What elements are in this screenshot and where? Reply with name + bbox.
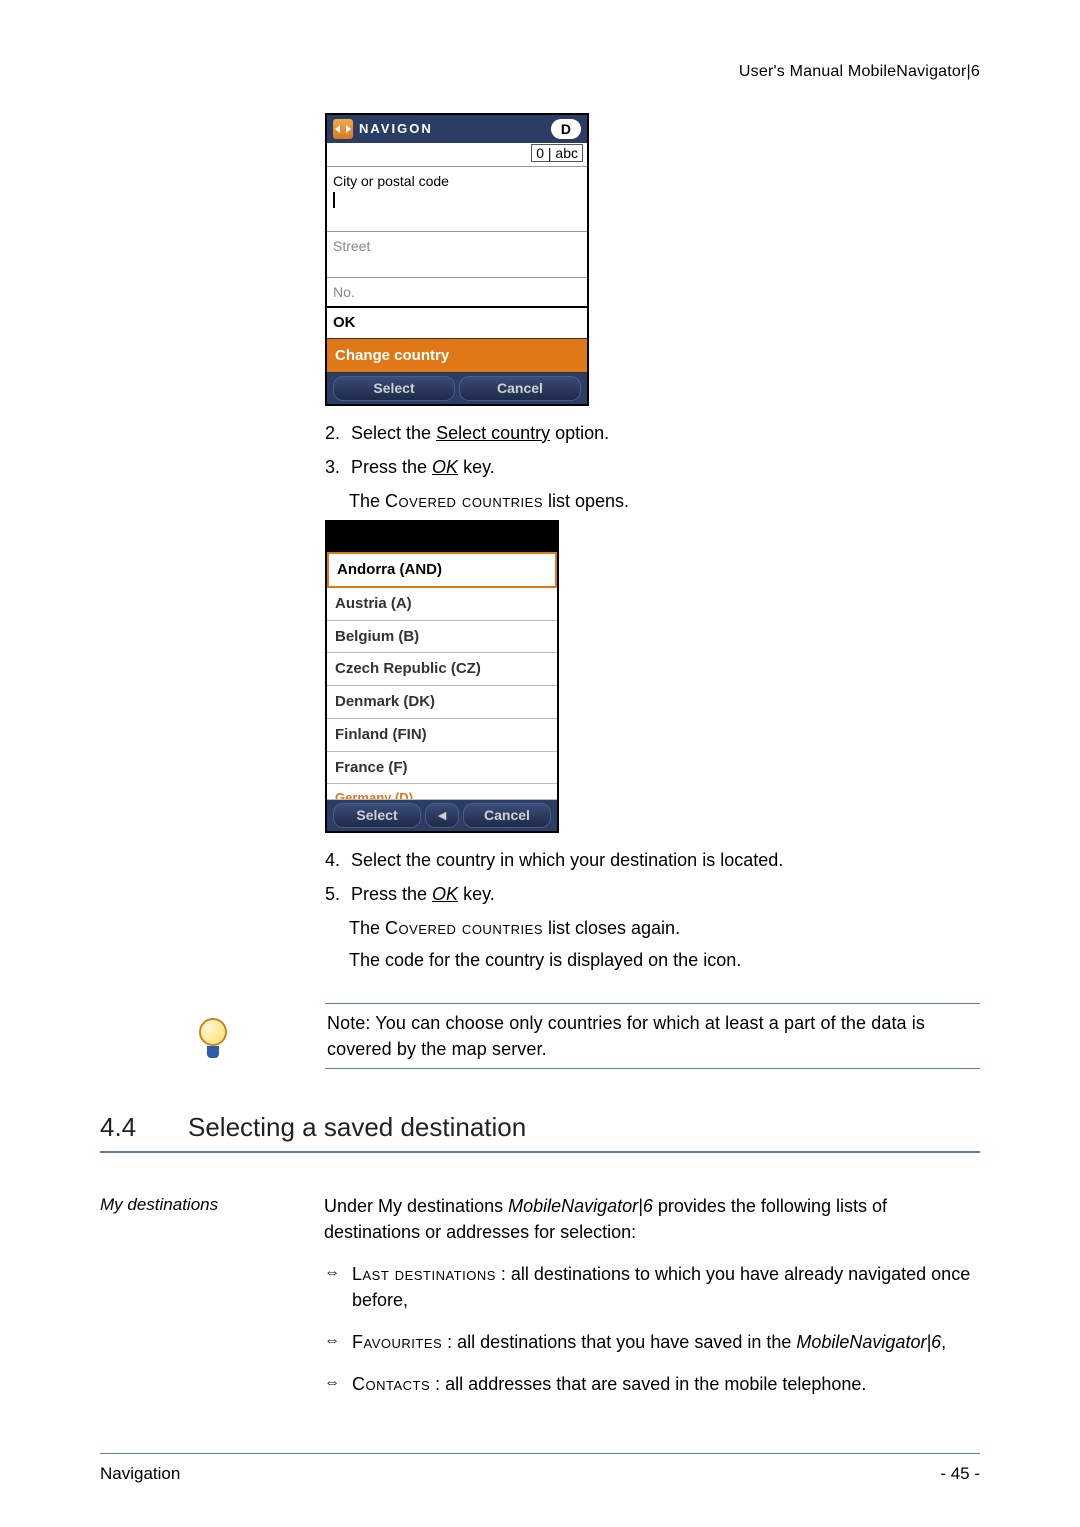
step-list-b: 4.Select the country in which your desti… [325,847,980,907]
section-title: Selecting a saved destination [188,1109,526,1147]
step-2-text-a: Select the [351,423,436,443]
txt2: list closes again. [543,918,680,938]
country-item-finland[interactable]: Finland (FIN) [327,719,557,752]
country-item-czech[interactable]: Czech Republic (CZ) [327,653,557,686]
softkey-nav-icon[interactable]: ◄ [425,803,459,827]
product-name-2: MobileNavigator|6 [796,1332,941,1352]
ok-key-ref-2: OK [432,884,458,904]
note-body: You can choose only countries for which … [327,1013,925,1059]
device-titlebar: NAVIGON D [327,115,587,143]
last-destinations-item: Last destinations : all destinations to … [324,1261,980,1313]
last-destinations-sc: Last destinations [352,1264,496,1284]
page-footer: Navigation - 45 - [100,1453,980,1487]
txt: The [349,918,385,938]
input-mode-row: 0 | abc [327,143,587,165]
favourites-sc: Favourites [352,1332,442,1352]
step-2-text-b: option. [550,423,609,443]
step-list-a: 2.Select the Select country option. 3.Pr… [325,420,980,480]
step-5-text-b: key. [458,884,495,904]
covered-countries-opens: The Covered countries list opens. [349,488,980,514]
street-field-label: Street [333,238,370,254]
step-5: 5.Press the OK key. [325,881,980,907]
input-mode-indicator: 0 | abc [531,144,583,162]
intro-a: Under [324,1196,378,1216]
my-destinations-block: My destinations Under My destinations Mo… [100,1193,980,1414]
contacts-sc: Contacts [352,1374,430,1394]
destination-types-list: Last destinations : all destinations to … [324,1261,980,1397]
contacts-item: Contacts : all addresses that are saved … [324,1371,980,1397]
step-3: 3.Press the OK key. [325,454,980,480]
li3-rest: : all addresses that are saved in the mo… [430,1374,866,1394]
txt2: list opens. [543,491,629,511]
favourites-item: Favourites : all destinations that you h… [324,1329,980,1355]
covered-countries-sc-2: Covered countries [385,918,543,938]
navigon-logo-icon [333,119,353,139]
brand-text: NAVIGON [359,120,433,139]
city-field[interactable]: City or postal code [327,166,587,232]
txt: The [349,491,385,511]
step-2-num: 2. [325,420,351,446]
country-item-germany-partial[interactable]: Germany (D) [327,784,557,800]
text-cursor-icon [333,192,335,208]
step-5-num: 5. [325,881,351,907]
step-3-text-b: key. [458,457,495,477]
country-item-andorra[interactable]: Andorra (AND) [327,552,557,588]
margin-label: My destinations [100,1193,300,1414]
my-destinations-main: Under My destinations MobileNavigator|6 … [324,1193,980,1414]
device2-topbar [327,522,557,552]
softkey-cancel[interactable]: Cancel [459,376,581,400]
note-block: Note: You can choose only countries for … [100,1003,980,1069]
step-3-text-a: Press the [351,457,432,477]
country-item-france[interactable]: France (F) [327,752,557,785]
ok-row[interactable]: OK [327,306,587,338]
change-country-row[interactable]: Change country [327,338,587,374]
select-country-link: Select country [436,423,550,443]
running-header: User's Manual MobileNavigator|6 [100,60,980,83]
li2-rest: : all destinations that you have saved i… [442,1332,796,1352]
note-text: Note: You can choose only countries for … [325,1003,980,1069]
note-prefix: Note: [327,1013,371,1033]
step-3-num: 3. [325,454,351,480]
footer-page-number: - 45 - [940,1462,980,1487]
country-item-belgium[interactable]: Belgium (B) [327,621,557,654]
number-field[interactable]: No. [327,277,587,306]
footer-left: Navigation [100,1462,180,1487]
number-field-label: No. [333,284,355,300]
note-icon-col [100,1003,325,1069]
covered-countries-sc: Covered countries [385,491,543,511]
step-4: 4.Select the country in which your desti… [325,847,980,873]
step-5-text-a: Press the [351,884,432,904]
softkey-bar-2: Select ◄ Cancel [327,800,557,830]
section-heading: 4.4 Selecting a saved destination [100,1109,980,1153]
step-2: 2.Select the Select country option. [325,420,980,446]
softkey-select-2[interactable]: Select [333,803,421,827]
page: User's Manual MobileNavigator|6 NAVIGON … [0,0,1080,1527]
softkey-cancel-2[interactable]: Cancel [463,803,551,827]
lightbulb-icon [197,1018,229,1058]
product-name: MobileNavigator|6 [508,1196,653,1216]
code-displayed-line: The code for the country is displayed on… [349,947,980,973]
covered-countries-closes: The Covered countries list closes again. [349,915,980,941]
step-4-num: 4. [325,847,351,873]
country-item-denmark[interactable]: Denmark (DK) [327,686,557,719]
street-field[interactable]: Street [327,231,587,276]
softkey-select[interactable]: Select [333,376,455,400]
section-num: 4.4 [100,1109,160,1147]
step-4-text: Select the country in which your destina… [351,850,783,870]
city-field-label: City or postal code [333,173,449,189]
brand: NAVIGON [333,119,433,139]
ok-key-ref: OK [432,457,458,477]
country-item-austria[interactable]: Austria (A) [327,588,557,621]
figure-enter-address: NAVIGON D 0 | abc City or postal code St… [325,113,589,406]
intro-ref: My destinations [378,1196,503,1216]
figure-country-list: Andorra (AND) Austria (A) Belgium (B) Cz… [325,520,559,833]
country-badge[interactable]: D [551,119,581,139]
softkey-bar: Select Cancel [327,373,587,403]
li2-tail: , [941,1332,946,1352]
